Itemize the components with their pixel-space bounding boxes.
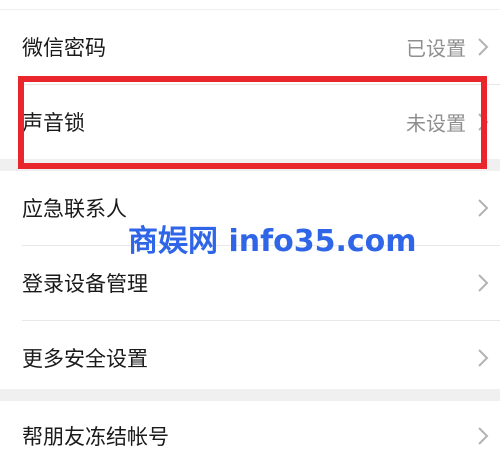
- row-label: 声音锁: [22, 111, 85, 135]
- account-security-screen: 微信密码 已设置 声音锁 未设置 应急联系人 登录设备管理 更多安全设置 帮朋友…: [0, 0, 500, 471]
- row-label: 登录设备管理: [22, 272, 148, 296]
- chevron-right-icon: [478, 38, 489, 56]
- row-status: 已设置: [406, 36, 466, 61]
- chevron-right-icon: [478, 349, 489, 367]
- group-separator: [0, 389, 500, 401]
- group-separator: [0, 159, 500, 171]
- watermark: 商娱网 info35.com: [128, 224, 417, 259]
- row-more-security-settings[interactable]: 更多安全设置: [0, 321, 500, 395]
- row-label: 更多安全设置: [22, 347, 148, 371]
- chevron-right-icon: [478, 427, 489, 445]
- row-wechat-password[interactable]: 微信密码 已设置: [0, 10, 500, 84]
- row-voice-lock[interactable]: 声音锁 未设置: [0, 85, 500, 159]
- row-label: 应急联系人: [22, 197, 127, 221]
- chevron-right-icon: [478, 199, 489, 217]
- chevron-right-icon: [478, 274, 489, 292]
- chevron-right-icon: [478, 113, 489, 131]
- row-help-freeze-friend-account[interactable]: 帮朋友冻结帐号: [0, 401, 500, 471]
- row-label: 帮朋友冻结帐号: [22, 425, 169, 449]
- row-status: 未设置: [406, 111, 466, 136]
- row-label: 微信密码: [22, 36, 106, 60]
